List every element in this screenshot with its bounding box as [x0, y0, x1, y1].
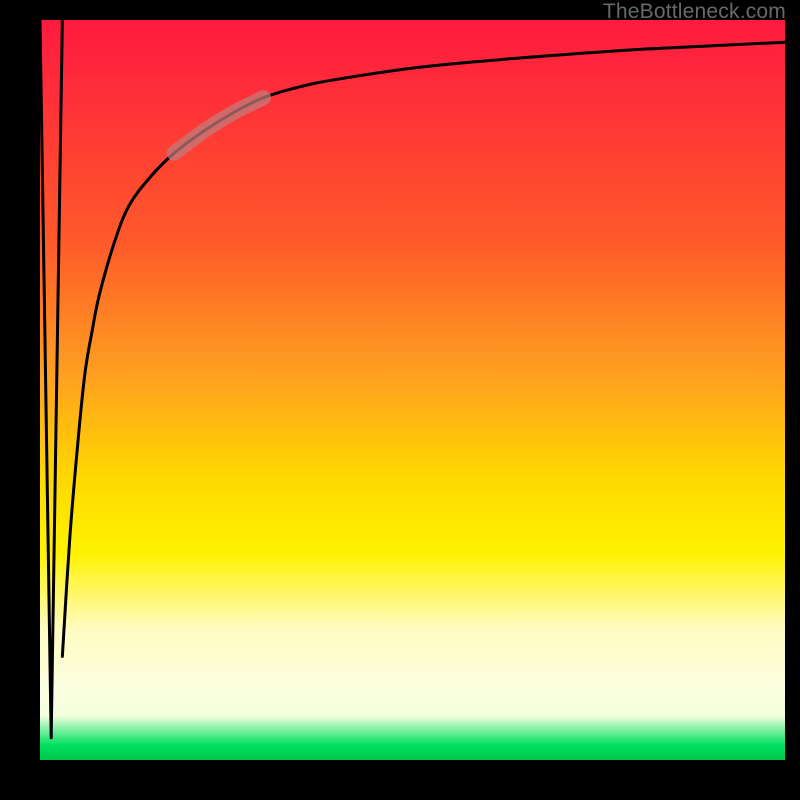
- chart-frame: TheBottleneck.com: [0, 0, 800, 800]
- curve-path: [62, 42, 785, 656]
- spike-path: [40, 20, 62, 738]
- chart-svg: [40, 20, 785, 760]
- highlight-path: [174, 98, 263, 154]
- plot-area: [40, 20, 785, 760]
